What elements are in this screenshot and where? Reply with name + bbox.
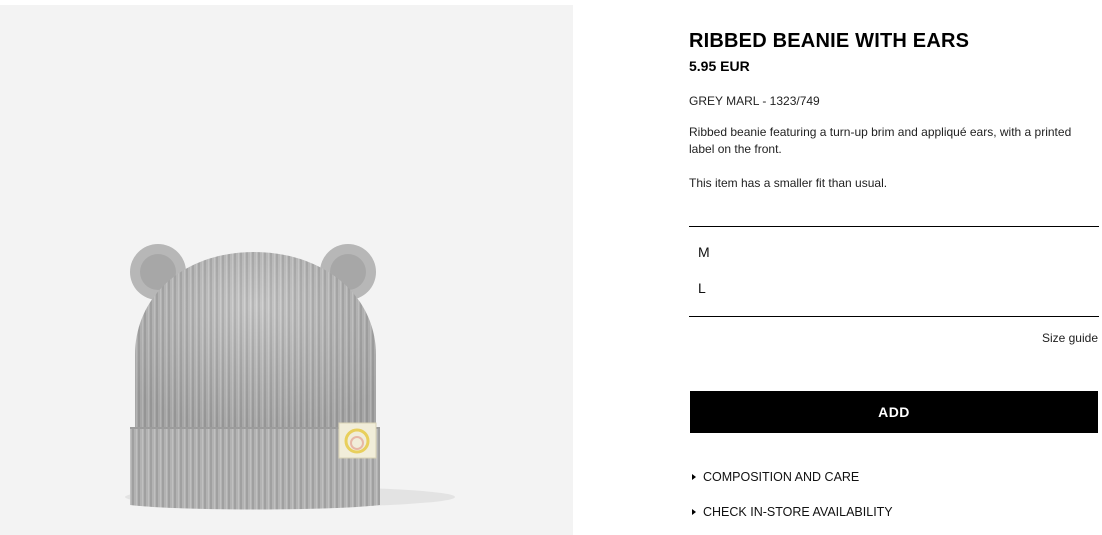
check-in-store-availability-toggle[interactable]: CHECK IN-STORE AVAILABILITY — [689, 505, 893, 519]
product-description: Ribbed beanie featuring a turn-up brim a… — [689, 125, 1072, 156]
product-title: RIBBED BEANIE WITH EARS — [689, 30, 970, 52]
size-option-l[interactable]: L — [698, 280, 706, 296]
accordion-label: CHECK IN-STORE AVAILABILITY — [703, 505, 893, 519]
size-selector: M L — [689, 226, 1099, 317]
product-image[interactable] — [0, 5, 573, 535]
fit-note: This item has a smaller fit than usual. — [689, 176, 888, 190]
caret-right-icon — [692, 474, 696, 481]
size-guide-link[interactable]: Size guide — [1042, 331, 1098, 345]
accordion-label: COMPOSITION AND CARE — [703, 470, 860, 484]
add-to-bag-button[interactable]: ADD — [690, 391, 1098, 433]
beanie-illustration — [125, 244, 455, 510]
color-reference: GREY MARL - 1323/749 — [689, 94, 820, 108]
caret-right-icon — [692, 509, 696, 516]
product-price: 5.95 EUR — [689, 58, 750, 74]
size-option-m[interactable]: M — [698, 244, 710, 260]
composition-and-care-toggle[interactable]: COMPOSITION AND CARE — [689, 470, 859, 484]
